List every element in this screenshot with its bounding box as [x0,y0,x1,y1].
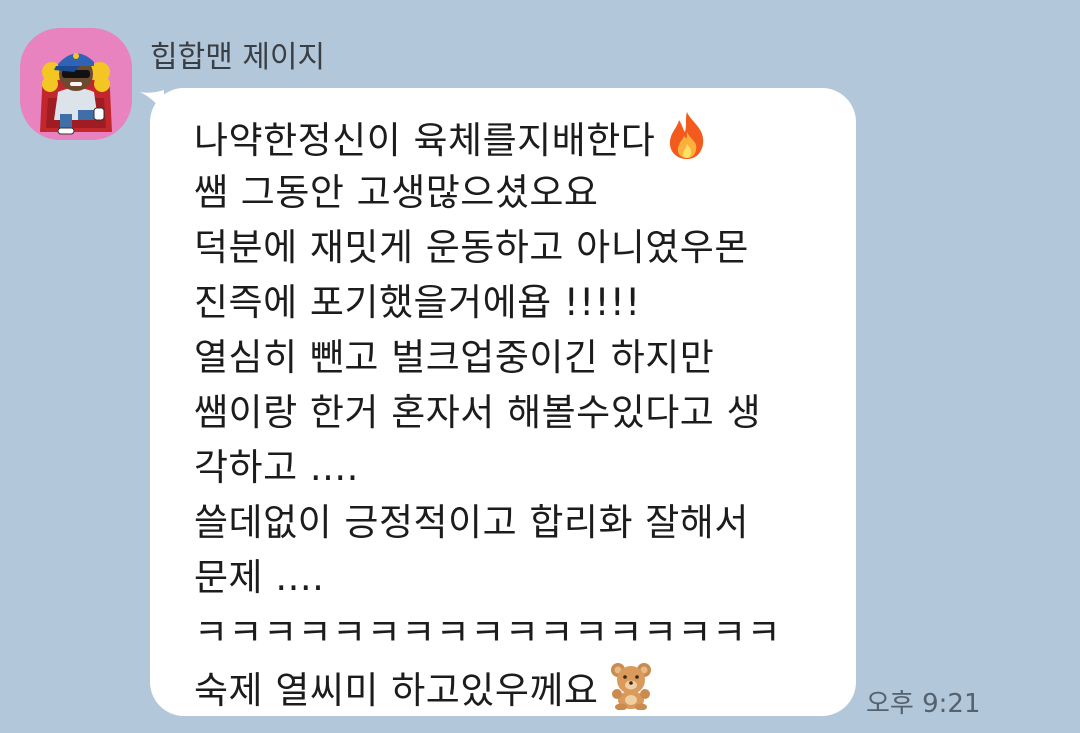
profile-avatar[interactable] [20,28,132,140]
message-line: 쌤이랑 한거 혼자서 해볼수있다고 생 [194,391,762,434]
teddy-bear-emoji-icon [608,660,654,725]
sender-name: 힙합맨 제이지 [150,40,326,75]
message-line: 덕분에 재밋게 운동하고 아니였우몬 [194,226,749,269]
chat-message-row: 힙합맨 제이지 나약한정신이 육체를지배한다 쌤 그동안 고생많으셨오요 덕분에… [0,0,1080,733]
fire-emoji-icon [665,110,709,175]
message-line: 숙제 열씨미 하고있우께요 [194,660,854,715]
message-line: 문제 .... [194,556,325,599]
message-line: 진즉에 포기했을거에욥 !!!!! [194,281,641,324]
message-line: 나약한정신이 육체를지배한다 [194,110,854,165]
message-line: 쓸데없이 긍정적이고 합리화 잘해서 [194,501,749,544]
message-text: 나약한정신이 육체를지배한다 쌤 그동안 고생많으셨오요 덕분에 재밋게 운동하… [194,110,854,715]
message-timestamp: 오후 9:21 [866,689,981,719]
message-line: 쌤 그동안 고생많으셨오요 [194,171,599,214]
message-line: 각하고 .... [194,446,359,489]
message-line: ㅋㅋㅋㅋㅋㅋㅋㅋㅋㅋㅋㅋㅋㅋㅋㅋㅋ [194,611,782,654]
message-line: 열심히 뺀고 벌크업중이긴 하지만 [194,336,715,379]
message-bubble[interactable]: 나약한정신이 육체를지배한다 쌤 그동안 고생많으셨오요 덕분에 재밋게 운동하… [150,88,856,716]
message-bubble-container: 나약한정신이 육체를지배한다 쌤 그동안 고생많으셨오요 덕분에 재밋게 운동하… [138,88,858,718]
hiphop-character-avatar-icon [40,53,112,135]
